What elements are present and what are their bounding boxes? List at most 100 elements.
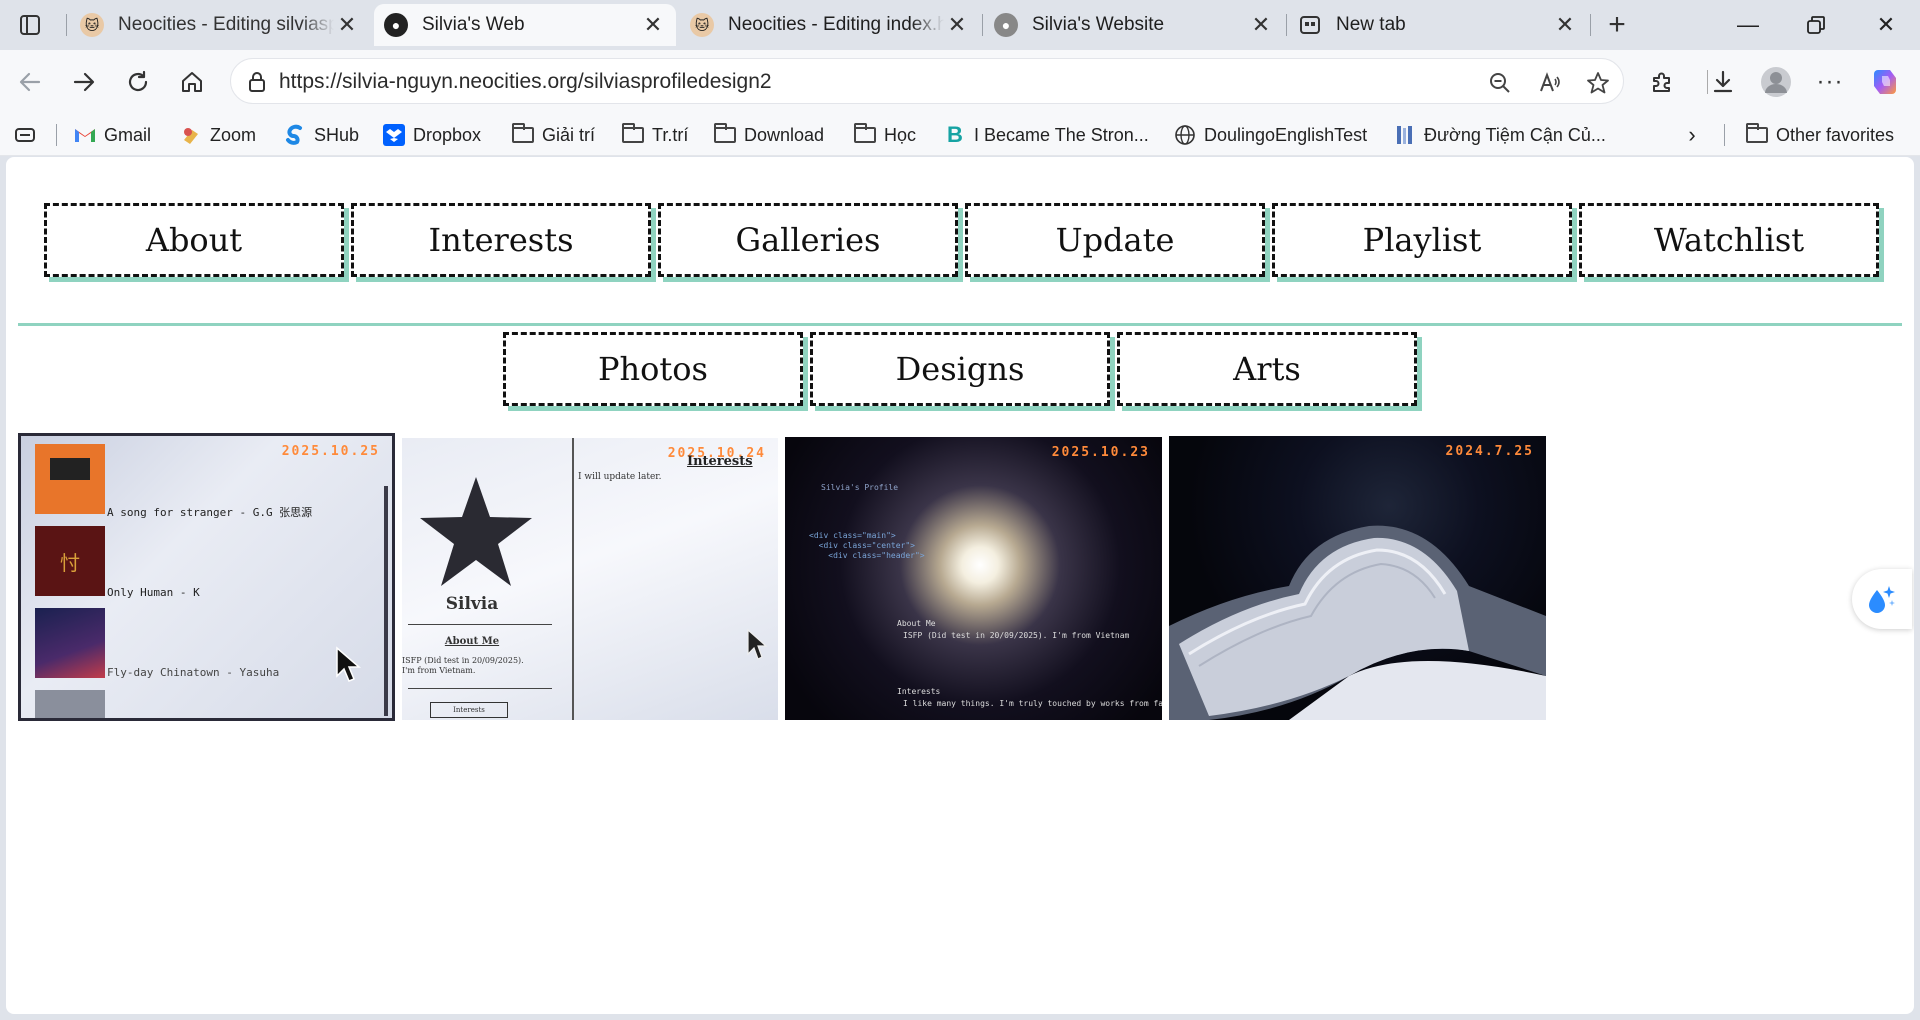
book-illustration	[1169, 525, 1546, 720]
gallery-photo-playlist[interactable]: 2025.10.25 忖 A song for stranger - G.G 张…	[18, 433, 395, 721]
favorite-label: Zoom	[210, 124, 257, 145]
close-tab-icon[interactable]: ✕	[640, 12, 666, 38]
other-favorites[interactable]: Other favorites	[1746, 120, 1894, 150]
read-aloud-icon[interactable]	[1536, 69, 1564, 97]
restore-icon	[1807, 16, 1825, 34]
album-cover: 忖	[35, 526, 105, 596]
nav-watchlist-button[interactable]: Watchlist	[1579, 203, 1879, 277]
playlist-line: A song for stranger - G.G 张思源	[107, 506, 313, 519]
home-button[interactable]	[172, 62, 212, 102]
tab-actions-button[interactable]	[8, 8, 52, 42]
extensions-button[interactable]	[1642, 62, 1682, 102]
minimize-button[interactable]: —	[1714, 0, 1782, 50]
forward-button[interactable]	[64, 62, 104, 102]
gallery-photo-code[interactable]: 2025.10.23 Silvia's Profile <div class="…	[785, 437, 1162, 720]
nav-label: Update	[1055, 221, 1175, 259]
subnav-designs-button[interactable]: Designs	[810, 332, 1110, 406]
close-tab-icon[interactable]: ✕	[1552, 12, 1578, 38]
favorite-folder-giai-tri[interactable]: Giải trí	[512, 120, 595, 150]
tab-title: New tab	[1336, 14, 1406, 35]
star-icon	[420, 477, 532, 586]
nav-galleries-button[interactable]: Galleries	[658, 203, 958, 277]
gallery-photo-book[interactable]: 2024.7.25	[1169, 436, 1546, 720]
refresh-icon	[128, 70, 148, 92]
more-favorites-chevron[interactable]: ›	[1680, 120, 1704, 150]
copilot-button[interactable]	[1866, 62, 1906, 102]
tab-title: Neocities - Editing silviasprofiledesign…	[118, 14, 334, 35]
tab-silvias-website[interactable]: ● Silvia's Website ✕	[984, 4, 1284, 46]
close-tab-icon[interactable]: ✕	[334, 12, 360, 38]
favorite-folder-hoc[interactable]: Học	[854, 120, 916, 150]
tab-neocities-editing-2[interactable]: 🐱 Neocities - Editing index.html ✕	[680, 4, 980, 46]
favorite-gmail[interactable]: Gmail	[74, 120, 151, 150]
back-button[interactable]	[10, 62, 50, 102]
bookmark-icon	[1394, 124, 1416, 146]
bookmark-b-icon: B	[947, 122, 963, 147]
close-tab-icon[interactable]: ✕	[944, 12, 970, 38]
favorite-label: Đường Tiệm Cận Củ...	[1424, 124, 1606, 145]
collections-button[interactable]	[14, 120, 36, 150]
tab-title: Neocities - Editing index.html	[728, 14, 944, 35]
favorite-star-icon[interactable]	[1584, 69, 1612, 97]
profile-rule	[408, 688, 552, 689]
album-cover	[35, 690, 105, 718]
sidebar-helper-button[interactable]	[1852, 569, 1912, 629]
close-window-button[interactable]: ✕	[1852, 0, 1920, 50]
minimize-icon: —	[1737, 12, 1759, 37]
lock-icon[interactable]	[245, 70, 269, 94]
home-icon	[182, 72, 202, 92]
subnav-arts-button[interactable]: Arts	[1117, 332, 1417, 406]
favorite-i-became-the-strongest[interactable]: B I Became The Stron...	[944, 120, 1149, 150]
url-text[interactable]: https://silvia-nguyn.neocities.org/silvi…	[279, 70, 772, 94]
profile-rule	[408, 624, 552, 625]
favorite-folder-tr-tri[interactable]: Tr.trí	[622, 120, 688, 150]
favorite-folder-download[interactable]: Download	[714, 120, 824, 150]
dropbox-icon	[383, 124, 405, 146]
nav-label: Interests	[428, 221, 574, 259]
settings-menu-button[interactable]: ···	[1810, 62, 1850, 102]
more-dots-icon: ···	[1816, 68, 1844, 95]
gallery-photo-profile[interactable]: 2025.10.24 Interests I will update later…	[402, 438, 778, 720]
about-me-text: ISFP (Did test in 20/09/2025). I'm from …	[402, 656, 524, 675]
profile-button[interactable]	[1756, 62, 1796, 102]
avatar-icon	[1761, 67, 1791, 97]
copilot-icon	[1874, 70, 1896, 94]
collections-icon	[15, 128, 35, 142]
code-line: About Me	[897, 619, 936, 628]
tab-separator	[66, 14, 67, 36]
folder-icon	[622, 123, 644, 146]
close-tab-icon[interactable]: ✕	[1248, 12, 1274, 38]
favorite-label: SHub	[314, 124, 360, 145]
favorite-shub[interactable]: SHub	[284, 120, 359, 150]
subnav-photos-button[interactable]: Photos	[503, 332, 803, 406]
nav-update-button[interactable]: Update	[965, 203, 1265, 277]
tab-silvias-web[interactable]: ● Silvia's Web ✕	[374, 4, 676, 46]
nav-playlist-button[interactable]: Playlist	[1272, 203, 1572, 277]
column-divider	[572, 438, 574, 720]
tab-new-tab[interactable]: New tab ✕	[1288, 4, 1588, 46]
shub-icon	[284, 124, 306, 146]
new-tab-page-icon	[1298, 13, 1322, 37]
favorite-duolingo-english-test[interactable]: DoulingoEnglishTest	[1174, 120, 1367, 150]
browser-toolbar: https://silvia-nguyn.neocities.org/silvi…	[0, 50, 1920, 114]
code-line: Interests	[897, 687, 941, 696]
nav-about-button[interactable]: About	[44, 203, 344, 277]
new-tab-button[interactable]: +	[1600, 8, 1634, 42]
refresh-button[interactable]	[118, 62, 158, 102]
tab-neocities-editing-1[interactable]: 🐱 Neocities - Editing silviasprofiledesi…	[70, 4, 370, 46]
photo-date-stamp: 2024.7.25	[1445, 444, 1534, 459]
folder-icon	[714, 123, 736, 146]
zoom-out-icon[interactable]	[1486, 69, 1514, 97]
nav-interests-button[interactable]: Interests	[351, 203, 651, 277]
profile-name: Silvia	[445, 594, 499, 614]
favorite-dropbox[interactable]: Dropbox	[383, 120, 481, 150]
mouse-cursor-icon	[336, 646, 361, 682]
nav-label: Galleries	[735, 221, 881, 259]
address-bar[interactable]: https://silvia-nguyn.neocities.org/silvi…	[230, 58, 1624, 104]
favorite-duong-tiem-can[interactable]: Đường Tiệm Cận Củ...	[1394, 120, 1606, 150]
restore-button[interactable]	[1782, 0, 1850, 50]
favorite-zoom[interactable]: Zoom	[180, 120, 256, 150]
playlist-line: Only Human - K	[107, 586, 200, 599]
downloads-button[interactable]	[1703, 62, 1743, 102]
subnav-label: Photos	[598, 350, 708, 388]
